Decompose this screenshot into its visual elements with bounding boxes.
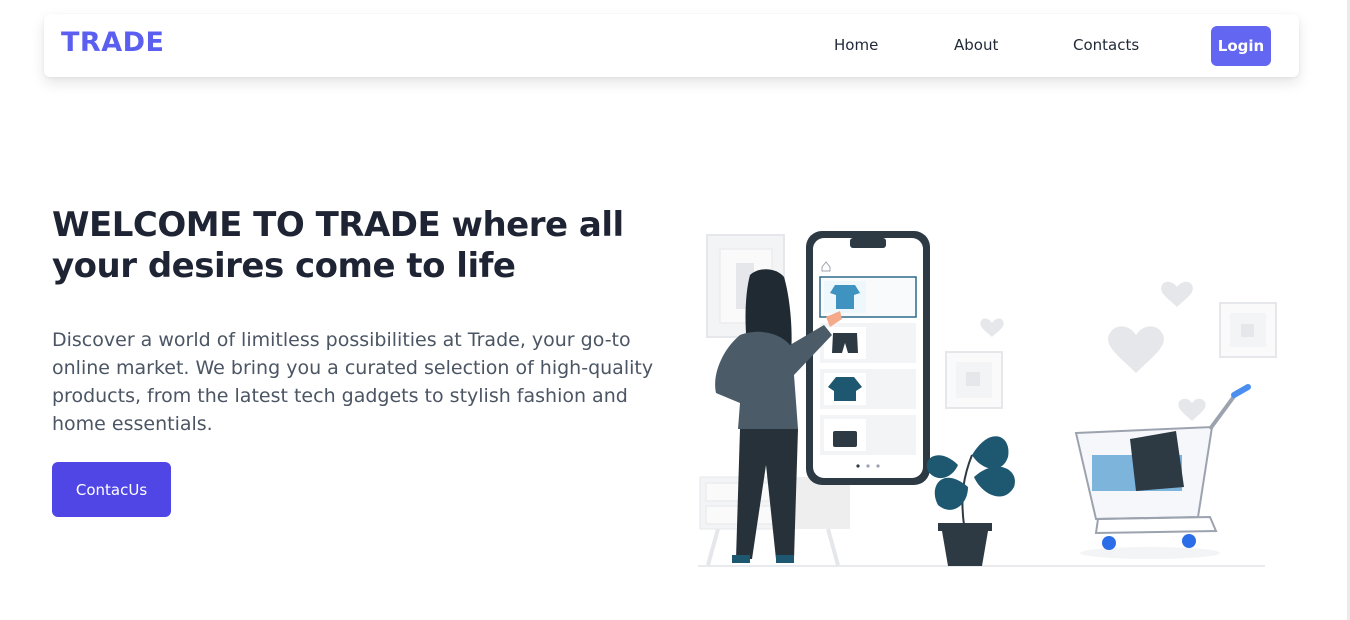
potted-plant — [926, 436, 1015, 566]
heart-icon — [1161, 281, 1193, 307]
hero-illustration — [698, 231, 1277, 567]
navbar: TRADE Home About Contacts Login — [44, 14, 1299, 77]
wall-frame-right — [1219, 302, 1277, 358]
heart-icon — [1108, 326, 1164, 373]
nav-link-home[interactable]: Home — [834, 36, 878, 54]
wall-frame-middle — [945, 351, 1003, 409]
hero-title: WELCOME TO TRADE where all your desires … — [52, 205, 624, 286]
contact-us-button[interactable]: ContacUs — [52, 462, 171, 517]
smartphone — [806, 231, 930, 485]
brand-logo[interactable]: TRADE — [61, 27, 164, 58]
login-button[interactable]: Login — [1211, 26, 1271, 66]
heart-icon — [980, 318, 1004, 337]
hero-description: Discover a world of limitless possibilit… — [52, 329, 654, 435]
heart-icon — [1178, 398, 1206, 421]
nav-link-contacts[interactable]: Contacts — [1073, 36, 1139, 54]
nav-link-about[interactable]: About — [954, 36, 998, 54]
shopping-cart-icon — [1074, 384, 1251, 559]
